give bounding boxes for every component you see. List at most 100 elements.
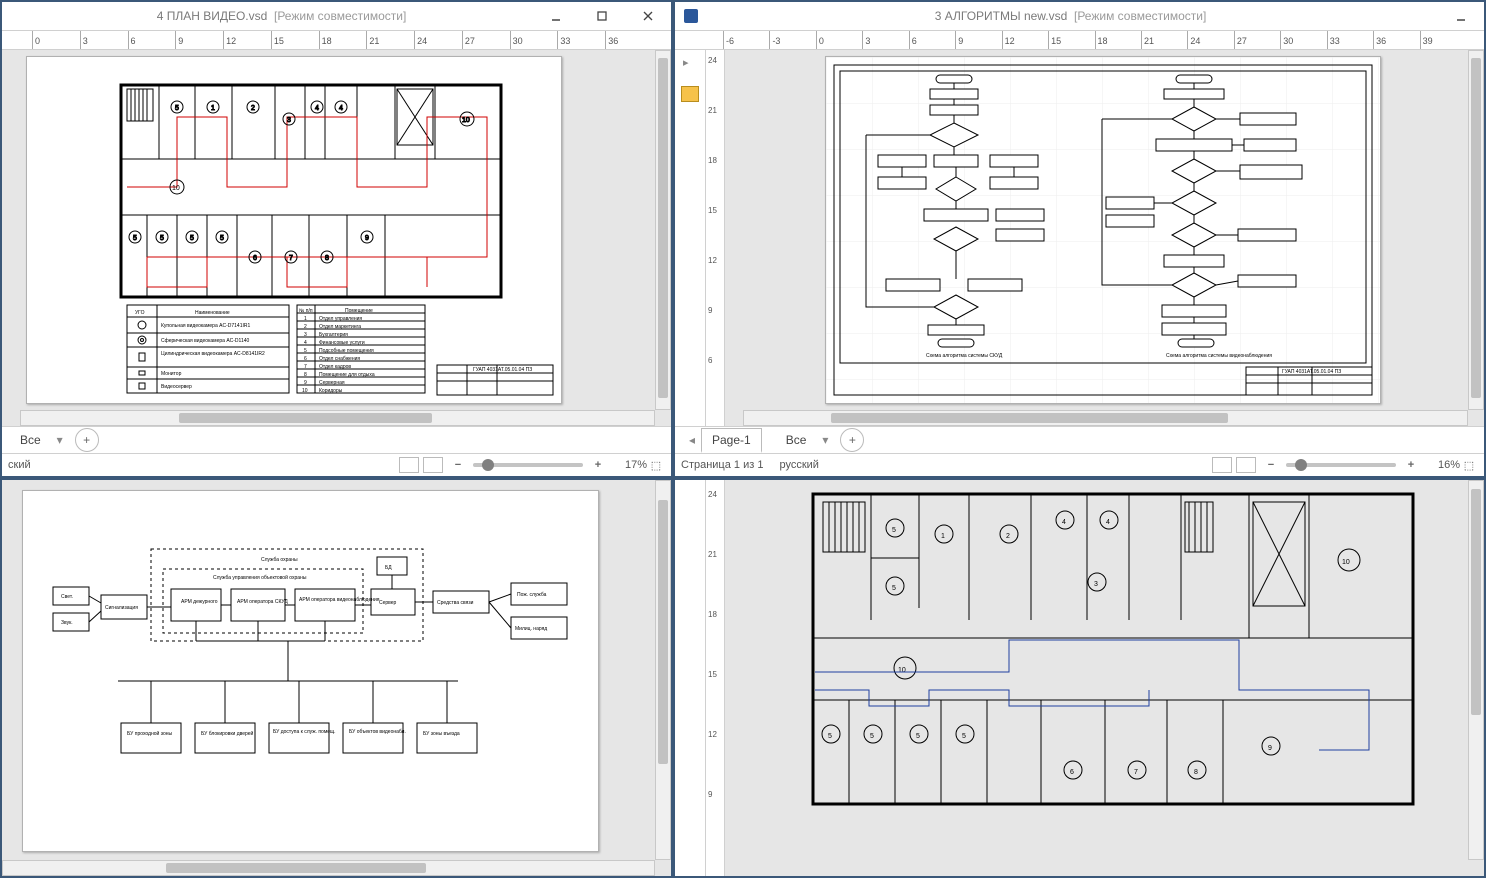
svg-text:АРМ оператора видеонаблюдения: АРМ оператора видеонаблюдения bbox=[299, 597, 380, 603]
sheet-tabs-bar: Все ▾ + bbox=[2, 426, 671, 453]
shapes-pane-collapsed[interactable]: ▸ bbox=[675, 50, 706, 426]
zoom-level: 16% bbox=[1418, 459, 1460, 471]
canvas[interactable]: Схема алгоритма системы СКУД Схема алгор… bbox=[725, 50, 1484, 426]
scrollbar-vertical[interactable] bbox=[655, 50, 671, 410]
svg-text:7: 7 bbox=[304, 364, 307, 370]
add-page-button[interactable]: + bbox=[840, 428, 864, 452]
svg-text:ГУАП 4031АТ.05.01.04 ПЗ: ГУАП 4031АТ.05.01.04 ПЗ bbox=[473, 367, 532, 373]
svg-text:4: 4 bbox=[315, 105, 319, 112]
svg-text:Милиц. наряд: Милиц. наряд bbox=[515, 626, 547, 632]
pane-top-right: 3 АЛГОРИТМЫ new.vsd [Режим совместимости… bbox=[673, 0, 1486, 478]
svg-text:5: 5 bbox=[220, 235, 224, 242]
svg-text:7: 7 bbox=[289, 255, 293, 262]
view-buttons[interactable] bbox=[1212, 457, 1256, 473]
svg-text:БД: БД bbox=[385, 565, 392, 571]
svg-text:Отдел кадров: Отдел кадров bbox=[319, 364, 351, 370]
svg-text:10: 10 bbox=[898, 667, 906, 674]
svg-text:Купольная видеокамера AC-D7141: Купольная видеокамера AC-D7141IR1 bbox=[161, 323, 250, 329]
svg-text:Цилиндрическая видеокамера AC-: Цилиндрическая видеокамера AC-D8141IR2 bbox=[161, 351, 265, 357]
svg-text:Схема алгоритма системы видеон: Схема алгоритма системы видеонаблюдения bbox=[1166, 353, 1272, 359]
svg-text:5: 5 bbox=[304, 348, 307, 354]
svg-text:Служба охраны: Служба охраны bbox=[261, 557, 298, 563]
svg-text:Коридоры: Коридоры bbox=[319, 388, 343, 394]
page-tab[interactable]: Page-1 bbox=[701, 428, 762, 453]
svg-text:Бухгалтерия: Бухгалтерия bbox=[319, 332, 348, 338]
svg-text:9: 9 bbox=[304, 380, 307, 386]
scrollbar-vertical[interactable] bbox=[1468, 50, 1484, 410]
svg-text:АРМ дежурного: АРМ дежурного bbox=[181, 599, 218, 605]
svg-text:9: 9 bbox=[365, 235, 369, 242]
drawing-page[interactable]: 5 5 1 2 4 4 3 10 10 5 5 5 5 6 bbox=[809, 490, 1419, 830]
scrollbar-horizontal[interactable] bbox=[20, 410, 655, 426]
drawing-page[interactable]: Служба охраны Служба управления объектов… bbox=[22, 490, 599, 852]
zoom-in-button[interactable]: + bbox=[1404, 459, 1418, 471]
scrollbar-horizontal[interactable] bbox=[743, 410, 1468, 426]
title-filename: 4 ПЛАН ВИДЕО.vsd bbox=[157, 9, 268, 23]
canvas[interactable]: 5 1 2 3 4 4 10 10 5 5 5 5 bbox=[2, 50, 671, 426]
canvas[interactable]: 5 5 1 2 4 4 3 10 10 5 5 5 5 6 bbox=[725, 480, 1484, 876]
canvas[interactable]: Служба охраны Служба управления объектов… bbox=[2, 480, 671, 876]
drawing-page[interactable]: Схема алгоритма системы СКУД Схема алгор… bbox=[825, 56, 1381, 404]
add-page-button[interactable]: + bbox=[75, 428, 99, 452]
zoom-slider[interactable] bbox=[1286, 463, 1396, 467]
scrollbar-horizontal[interactable] bbox=[2, 860, 655, 876]
chevron-down-icon[interactable]: ▾ bbox=[816, 433, 834, 447]
svg-text:Сигнализация: Сигнализация bbox=[105, 605, 138, 611]
svg-text:10: 10 bbox=[172, 185, 180, 192]
pane-top-left: 4 ПЛАН ВИДЕО.vsd [Режим совместимости] 0… bbox=[0, 0, 673, 478]
title-filename: 3 АЛГОРИТМЫ new.vsd bbox=[935, 9, 1068, 23]
ruler-vertical: 24 21 18 15 12 9 bbox=[706, 480, 725, 876]
svg-text:6: 6 bbox=[304, 356, 307, 362]
svg-text:2: 2 bbox=[304, 324, 307, 330]
svg-text:БУ доступа к служ. помещ.: БУ доступа к служ. помещ. bbox=[273, 729, 336, 735]
svg-text:5: 5 bbox=[962, 733, 966, 740]
minimize-button[interactable] bbox=[1438, 2, 1484, 30]
fit-page-icon[interactable]: ⬚ bbox=[1460, 459, 1478, 472]
sheet-all-label[interactable]: Все bbox=[10, 429, 51, 451]
svg-text:Свет.: Свет. bbox=[61, 594, 73, 600]
sheet-tabs-bar: ◂ Page-1 Все ▾ + bbox=[675, 426, 1484, 453]
svg-text:10: 10 bbox=[302, 388, 308, 394]
svg-text:8: 8 bbox=[304, 372, 307, 378]
svg-text:7: 7 bbox=[1134, 769, 1138, 776]
scrollbar-vertical[interactable] bbox=[655, 480, 671, 860]
folder-icon[interactable] bbox=[681, 86, 699, 102]
maximize-button[interactable] bbox=[579, 2, 625, 30]
zoom-out-button[interactable]: − bbox=[1264, 459, 1278, 471]
svg-text:8: 8 bbox=[325, 255, 329, 262]
status-bar: Страница 1 из 1 русский − + 16% ⬚ bbox=[675, 453, 1484, 476]
svg-text:8: 8 bbox=[1194, 769, 1198, 776]
svg-text:АРМ оператора СКУД: АРМ оператора СКУД bbox=[237, 599, 288, 605]
zoom-out-button[interactable]: − bbox=[451, 459, 465, 471]
svg-text:УГО: УГО bbox=[135, 310, 145, 316]
titlebar: 4 ПЛАН ВИДЕО.vsd [Режим совместимости] bbox=[2, 2, 671, 30]
svg-text:Помещение для отдыха: Помещение для отдыха bbox=[319, 372, 375, 378]
scrollbar-vertical[interactable] bbox=[1468, 480, 1484, 860]
svg-text:3: 3 bbox=[1094, 581, 1098, 588]
view-buttons[interactable] bbox=[399, 457, 443, 473]
sheet-all-label[interactable]: Все bbox=[776, 429, 817, 451]
pane-bottom-right: 24 21 18 15 12 9 bbox=[673, 478, 1486, 878]
svg-text:4: 4 bbox=[1106, 519, 1110, 526]
svg-text:1: 1 bbox=[211, 105, 215, 112]
svg-text:БУ проходной зоны: БУ проходной зоны bbox=[127, 730, 172, 737]
close-button[interactable] bbox=[625, 2, 671, 30]
svg-text:Звук.: Звук. bbox=[61, 620, 73, 626]
fit-page-icon[interactable]: ⬚ bbox=[647, 459, 665, 472]
svg-text:2: 2 bbox=[1006, 533, 1010, 540]
svg-text:Сервер: Сервер bbox=[379, 600, 397, 606]
svg-text:10: 10 bbox=[1342, 559, 1350, 566]
svg-text:3: 3 bbox=[287, 117, 291, 124]
svg-text:1: 1 bbox=[941, 533, 945, 540]
svg-text:БУ зоны въезда: БУ зоны въезда bbox=[423, 731, 460, 737]
drawing-page[interactable]: 5 1 2 3 4 4 10 10 5 5 5 5 bbox=[26, 56, 562, 404]
svg-text:Серверная: Серверная bbox=[319, 380, 345, 386]
visio-icon bbox=[679, 9, 703, 23]
shapes-pane-collapsed[interactable] bbox=[675, 480, 706, 876]
minimize-button[interactable] bbox=[533, 2, 579, 30]
zoom-in-button[interactable]: + bbox=[591, 459, 605, 471]
chevron-first-icon[interactable]: ◂ bbox=[683, 433, 701, 447]
status-page: Страница 1 из 1 bbox=[681, 459, 763, 471]
chevron-down-icon[interactable]: ▾ bbox=[51, 433, 69, 447]
zoom-slider[interactable] bbox=[473, 463, 583, 467]
